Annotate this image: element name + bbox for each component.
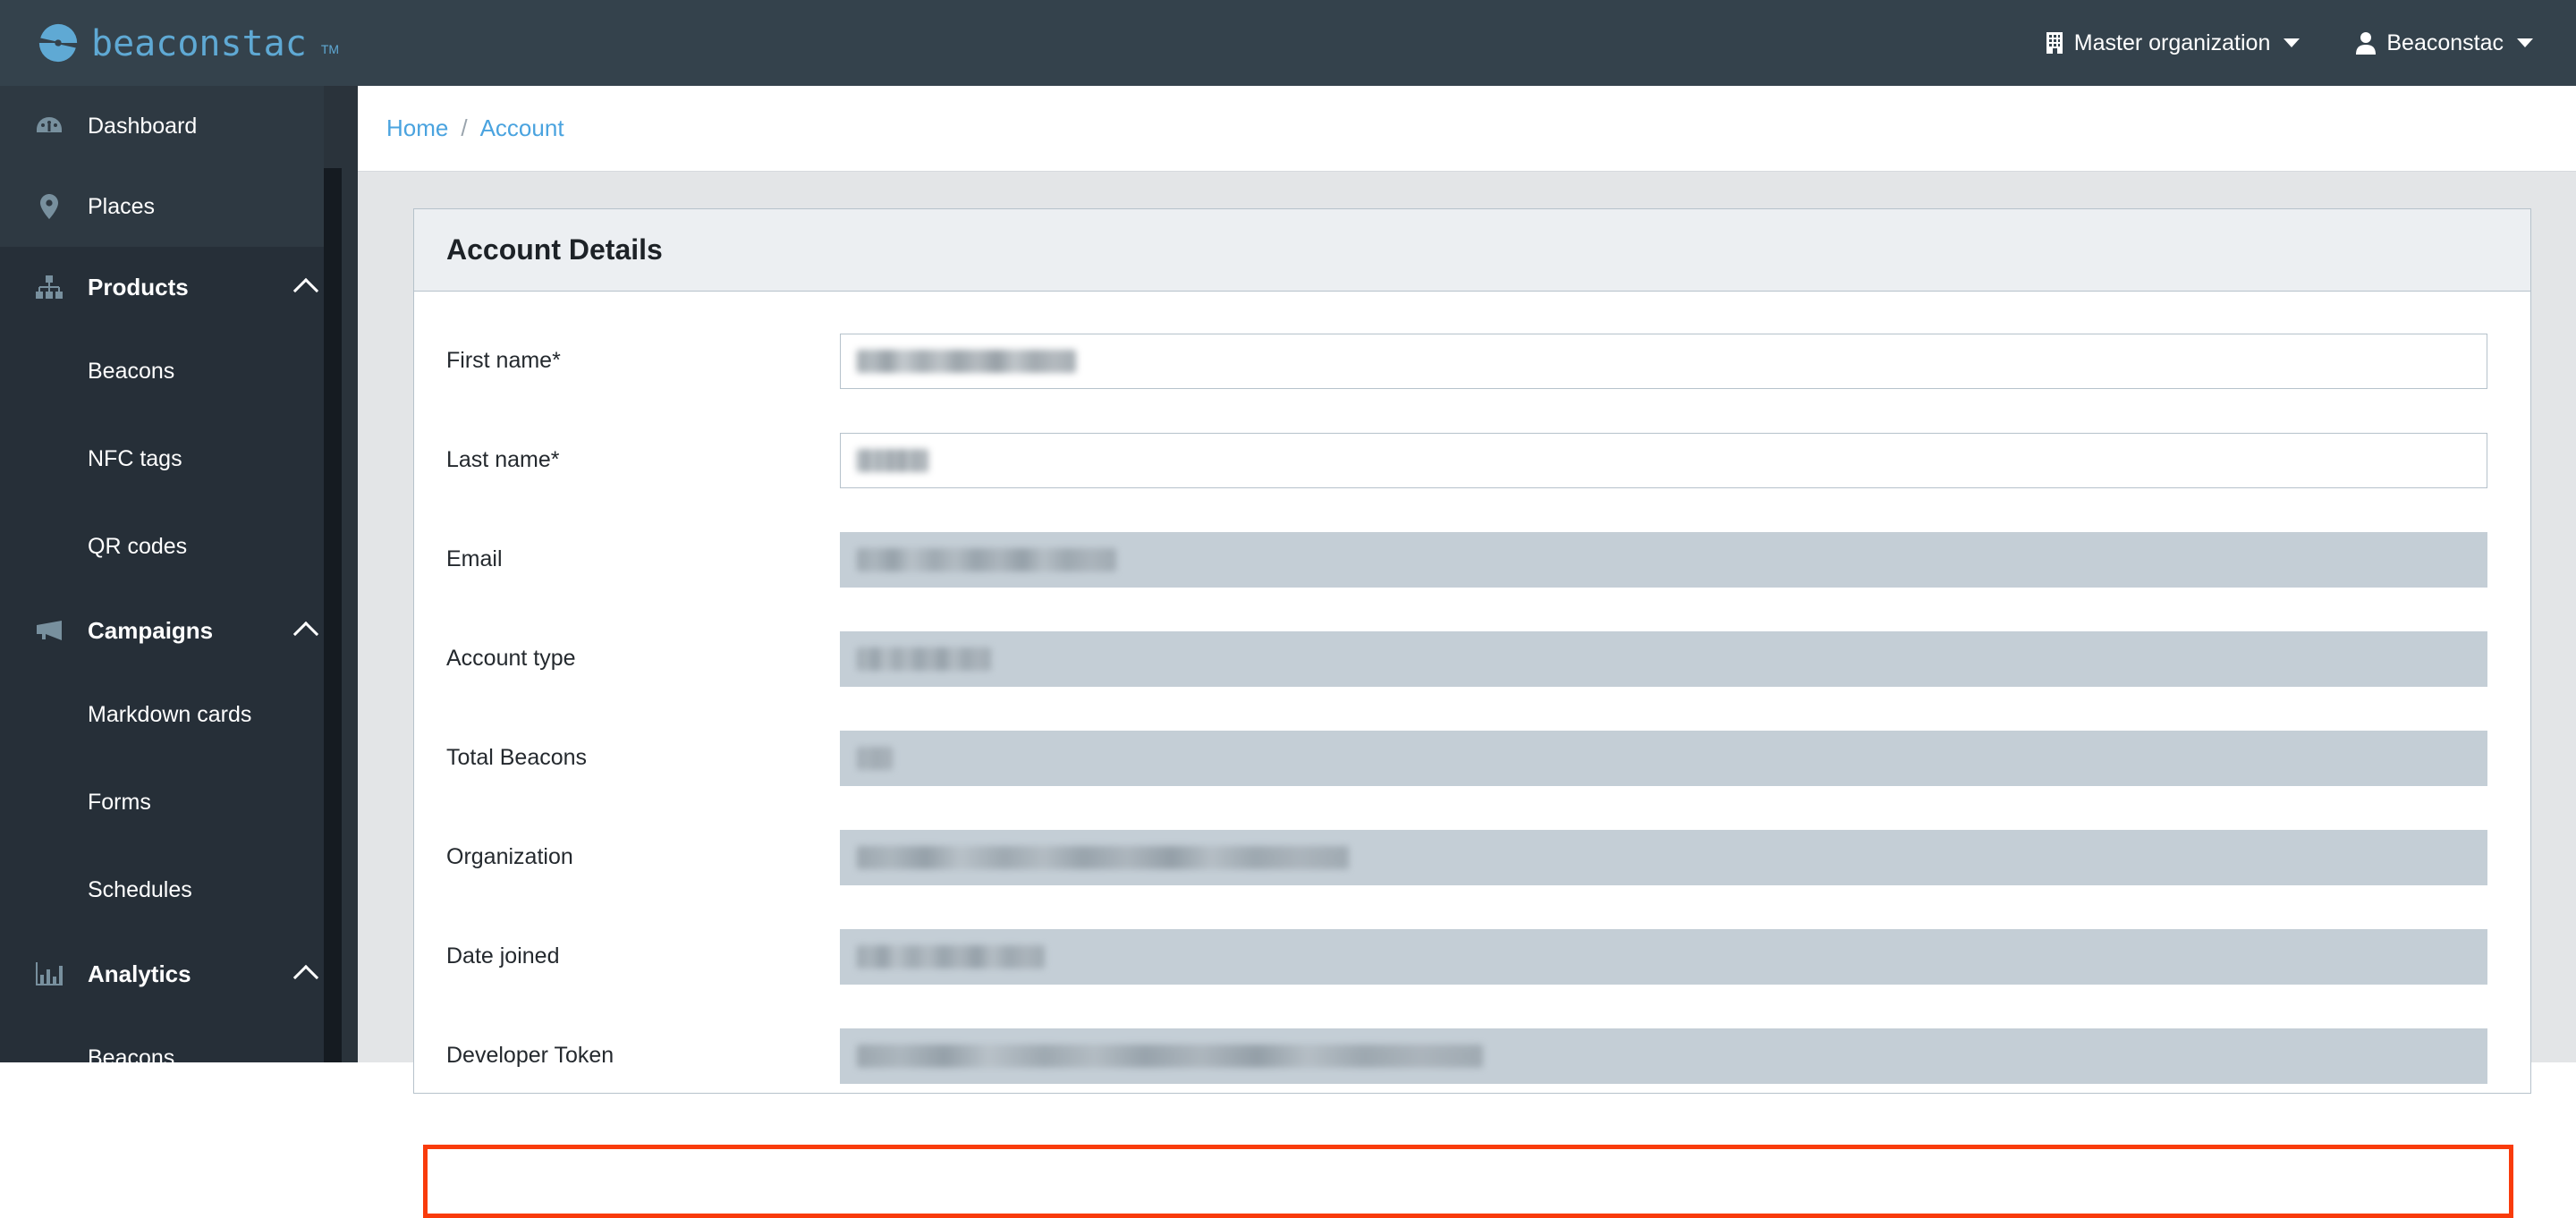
sidebar-section-label: Campaigns [88,616,214,644]
organization-input [840,829,2487,885]
sidebar-primary-group: Dashboard Places [0,86,358,247]
sidebar-item-places[interactable]: Places [0,166,358,247]
form-row-account-type: Account type [414,609,2530,708]
form-row-last-name: Last name* [414,410,2530,510]
form-row-developer-token: Developer Token [414,1006,2530,1105]
sidebar-navigation: Dashboard Places Products Beacons NFC ta… [0,86,358,1062]
card-header: Account Details [414,209,2530,292]
field-label: Last name* [446,447,560,472]
chevron-up-icon[interactable] [292,964,319,991]
form-row-organization: Organization [414,808,2530,907]
page-title: Account Details [446,233,663,266]
field-label: Email [446,546,503,571]
sitemap-icon [34,275,64,299]
chevron-up-icon[interactable] [292,621,319,647]
redacted-value [857,746,893,770]
breadcrumb-separator: / [461,114,468,141]
sidebar-secondary-groups: Products Beacons NFC tags QR codes Campa… [0,247,358,1062]
brand-logo-link[interactable]: beaconstac TM [38,22,340,64]
developer-token-input [840,1028,2487,1084]
sidebar-section-label: Products [88,273,189,300]
beaconstac-pinwheel-logo-icon [38,22,79,63]
form-row-total-beacons: Total Beacons [414,708,2530,808]
field-label: Total Beacons [446,745,588,770]
building-icon [2045,31,2064,55]
sidebar-section-label: Analytics [88,960,191,987]
sidebar-subitem-label: Beacons [88,358,175,384]
redacted-value [857,1044,1483,1068]
sidebar-scrollbar-thumb[interactable] [324,86,342,168]
organization-switcher-label: Master organization [2073,30,2271,55]
brand-trademark: TM [320,42,340,56]
sidebar-item-label: Places [88,193,156,219]
bar-chart-icon [34,962,64,985]
form-row-date-joined: Date joined [414,907,2530,1006]
redacted-value [857,647,991,671]
user-icon [2355,31,2377,55]
sidebar-item-analytics-beacons[interactable]: Beacons [0,1014,358,1063]
form-row-email: Email [414,510,2530,609]
sidebar-item-forms[interactable]: Forms [0,758,358,846]
sidebar-item-markdown-cards[interactable]: Markdown cards [0,671,358,758]
total-beacons-input [840,730,2487,786]
sidebar-item-dashboard[interactable]: Dashboard [0,86,358,166]
sidebar-section-campaigns[interactable]: Campaigns [0,590,358,671]
sidebar-subitem-label: QR codes [88,533,188,559]
sidebar-subitem-label: Beacons [88,1045,175,1063]
field-label: Account type [446,646,576,671]
map-pin-icon [34,194,64,219]
sidebar-item-beacons[interactable]: Beacons [0,327,358,415]
field-label: Date joined [446,943,560,968]
field-label: First name* [446,348,561,373]
sidebar-subitem-label: Markdown cards [88,701,252,727]
sidebar-section-analytics[interactable]: Analytics [0,934,358,1014]
sidebar-subitem-label: Forms [88,789,151,815]
first-name-input[interactable] [840,333,2487,389]
sidebar-item-label: Dashboard [88,113,198,139]
highlight-annotation-rectangle [423,1145,2513,1218]
redacted-value [857,349,1076,373]
chevron-up-icon[interactable] [292,277,319,304]
sidebar-subitem-label: Schedules [88,876,192,902]
organization-switcher[interactable]: Master organization [2045,30,2301,56]
dashboard-gauge-icon [34,115,64,137]
top-navigation-bar: beaconstac TM Master organization Beacon… [0,0,2576,86]
redacted-value [857,547,1116,571]
megaphone-icon [34,620,64,641]
chevron-down-icon [2517,38,2533,47]
sidebar-item-schedules[interactable]: Schedules [0,846,358,934]
breadcrumb-current-link[interactable]: Account [480,114,564,142]
date-joined-input [840,928,2487,985]
sidebar-right-edge [342,86,358,1062]
brand-name: beaconstac [91,23,307,64]
chevron-down-icon [2284,38,2301,47]
sidebar-section-products[interactable]: Products [0,247,358,327]
user-menu-label: Beaconstac [2386,30,2504,55]
redacted-value [857,448,928,472]
email-input [840,531,2487,588]
sidebar-item-nfc-tags[interactable]: NFC tags [0,415,358,503]
redacted-value [857,944,1045,968]
account-details-card: Account Details First name* Last name* E… [413,208,2531,1218]
account-type-input [840,630,2487,687]
user-menu[interactable]: Beaconstac [2355,30,2533,56]
form-row-first-name: First name* [414,311,2530,410]
sidebar-subitem-label: NFC tags [88,445,182,471]
breadcrumb: Home / Account [358,86,2576,172]
account-details-form: First name* Last name* Email Account typ… [414,292,2530,1218]
sidebar-item-qr-codes[interactable]: QR codes [0,503,358,590]
redacted-value [857,845,1349,869]
breadcrumb-home-link[interactable]: Home [386,114,448,142]
last-name-input[interactable] [840,432,2487,488]
sidebar-scrollbar[interactable] [324,86,342,1062]
field-label: Organization [446,844,573,869]
field-label: Developer Token [446,1043,614,1068]
main-content-area: Home / Account Account Details First nam… [358,86,2576,1218]
topbar-right-actions: Master organization Beaconstac [2045,30,2533,56]
